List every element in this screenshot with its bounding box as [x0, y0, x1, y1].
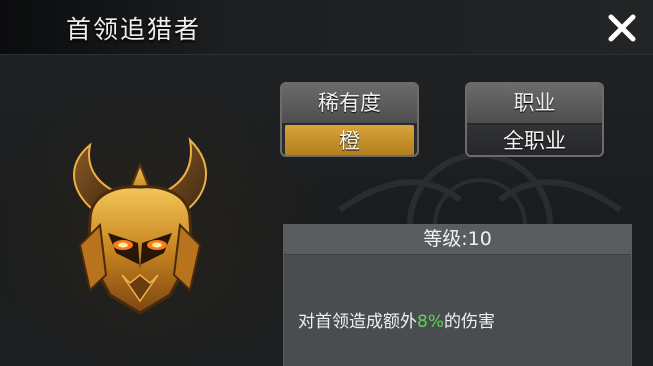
- job-tag: 职业 全职业: [465, 82, 604, 157]
- effect-description: 对首领造成额外8%的伤害: [298, 307, 495, 332]
- effect-suffix: 的伤害: [443, 312, 495, 332]
- window-title: 首领追猎者: [66, 15, 202, 44]
- detail-panel: 等级:10 对首领造成额外8%的伤害: [283, 224, 632, 366]
- rarity-value: 橙: [285, 125, 414, 155]
- title-bar: 首领追猎者: [0, 0, 653, 55]
- job-label: 职业: [467, 84, 602, 125]
- level-text: 等级:10: [284, 225, 631, 255]
- demon-helmet-icon: [73, 137, 207, 315]
- effect-prefix: 对首领造成额外: [298, 312, 417, 332]
- rarity-label: 稀有度: [282, 84, 417, 125]
- job-value: 全职业: [467, 125, 602, 155]
- close-icon[interactable]: [602, 8, 642, 48]
- rarity-tag: 稀有度 橙: [280, 82, 419, 157]
- effect-value: 8%: [417, 312, 444, 332]
